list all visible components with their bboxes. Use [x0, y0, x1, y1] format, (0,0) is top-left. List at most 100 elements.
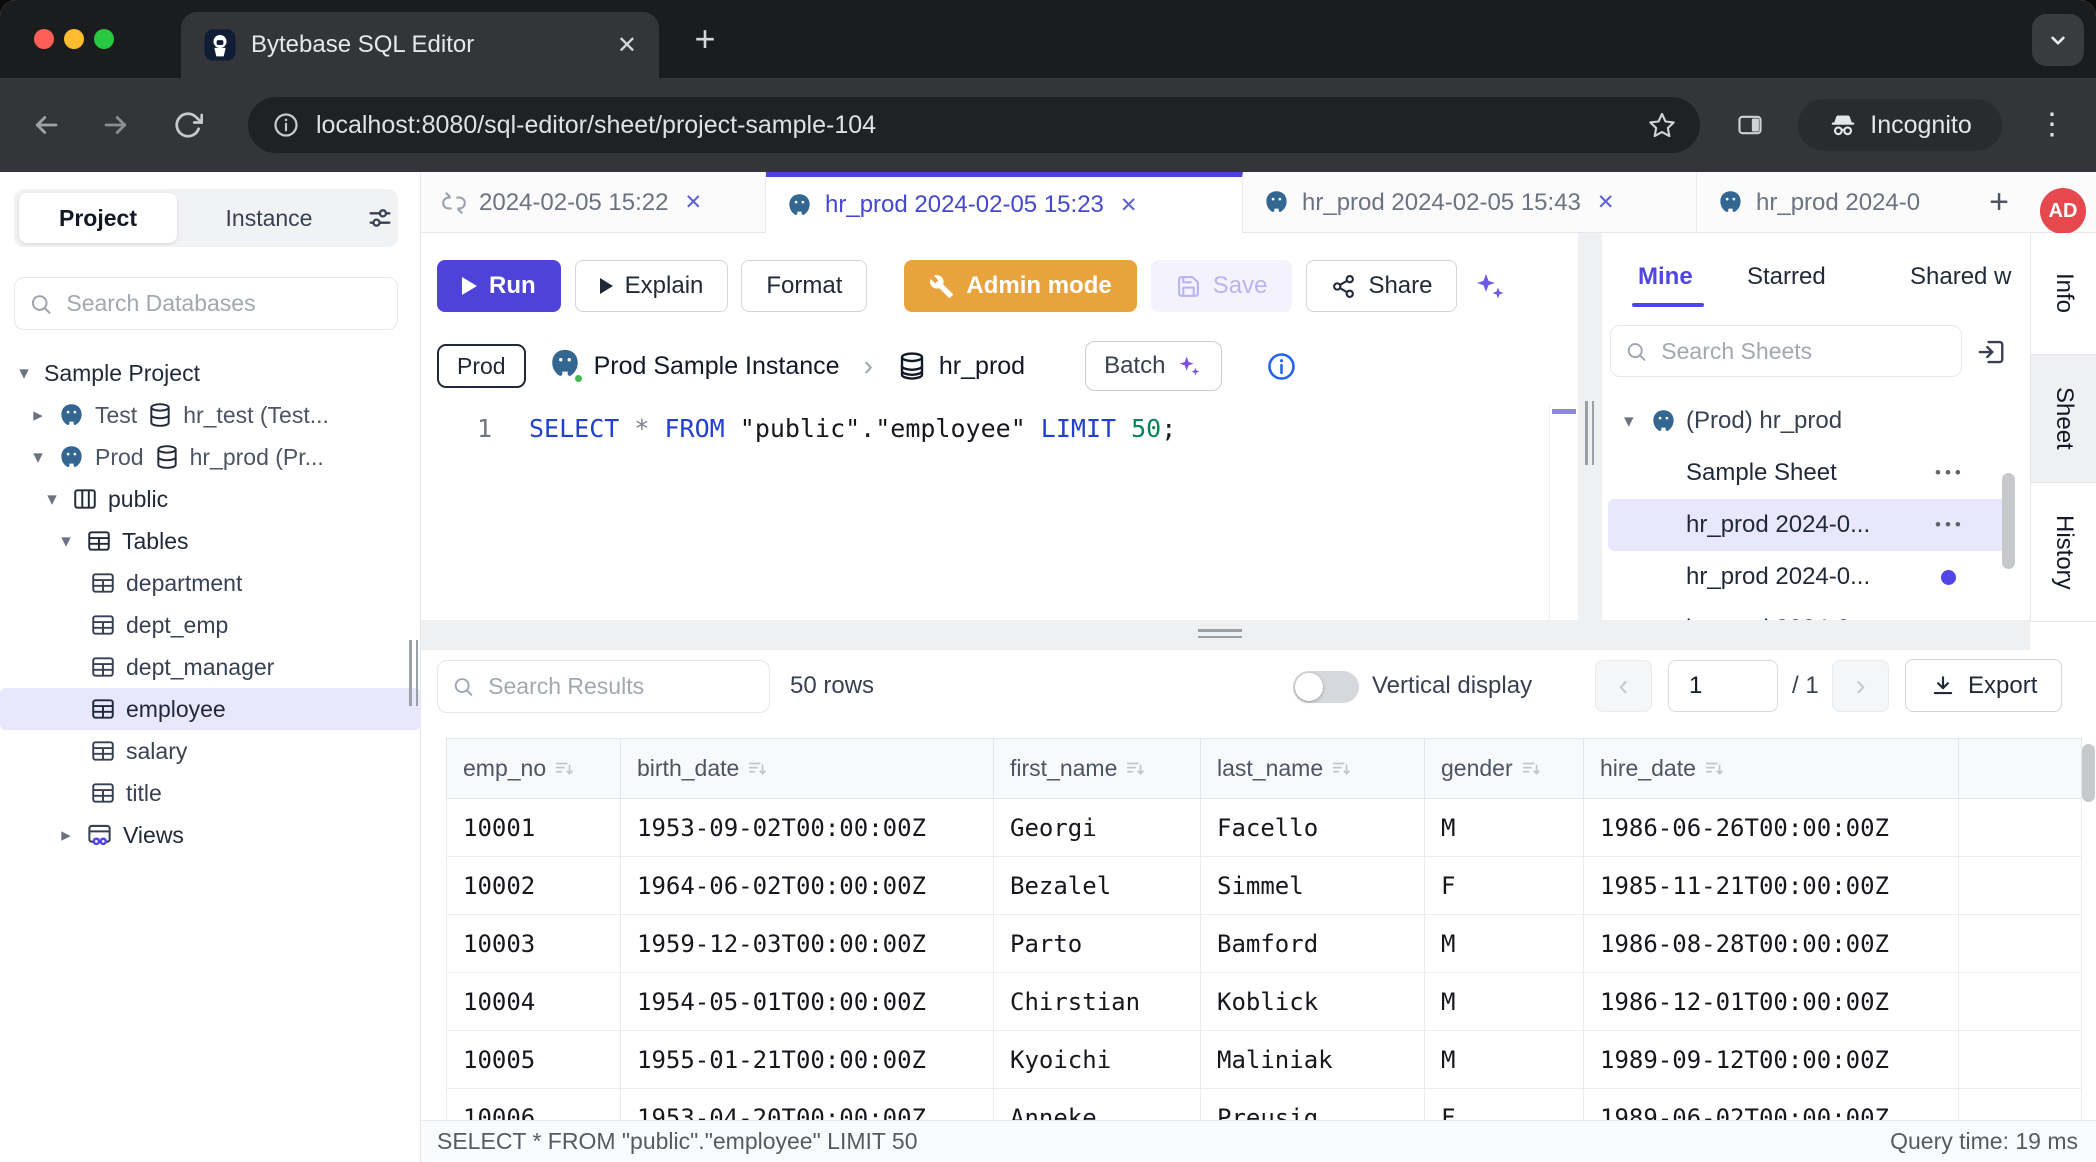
table-row[interactable]: 100041954-05-01T00:00:00ZChirstianKoblic…: [447, 973, 2082, 1031]
share-button[interactable]: Share: [1306, 260, 1457, 312]
editor-tab-2-active[interactable]: hr_prod 2024-02-05 15:23 ✕: [766, 172, 1243, 233]
tree-item-project[interactable]: ▾ Sample Project: [0, 352, 421, 394]
tree-item-table-employee[interactable]: employee: [0, 688, 421, 730]
avatar[interactable]: AD: [2040, 188, 2086, 234]
tree-item-table-dept-manager[interactable]: dept_manager: [0, 646, 421, 688]
close-tab-icon[interactable]: ✕: [1120, 193, 1138, 218]
sort-icon[interactable]: [747, 758, 769, 780]
results-search[interactable]: [437, 660, 770, 713]
save-button[interactable]: Save: [1151, 260, 1293, 312]
column-header[interactable]: last_name: [1201, 739, 1425, 799]
splitter-grip-icon[interactable]: [1198, 629, 1242, 642]
tab-instance[interactable]: Instance: [184, 193, 354, 243]
sheet-item[interactable]: hr_prod 2024-0...: [1608, 603, 2012, 620]
admin-mode-button[interactable]: Admin mode: [904, 260, 1136, 312]
caret-down-icon[interactable]: ▾: [1624, 410, 1634, 433]
explain-button[interactable]: Explain: [575, 260, 729, 312]
column-header[interactable]: birth_date: [621, 739, 994, 799]
table-row[interactable]: 100051955-01-21T00:00:00ZKyoichiMaliniak…: [447, 1031, 2082, 1089]
next-page-button[interactable]: ›: [1832, 660, 1889, 712]
sheet-group-row[interactable]: ▾ (Prod) hr_prod: [1608, 395, 2012, 447]
environment-badge[interactable]: Prod: [437, 344, 526, 388]
editor-minimap[interactable]: [1549, 405, 1578, 620]
tab-project[interactable]: Project: [19, 193, 177, 243]
caret-down-icon[interactable]: ▾: [14, 362, 34, 385]
sheet-item-selected[interactable]: hr_prod 2024-0... •••: [1608, 499, 2012, 551]
tab-search-button[interactable]: [2032, 14, 2084, 66]
editor-tab-1[interactable]: 2024-02-05 15:22 ✕: [421, 172, 766, 233]
more-menu-icon[interactable]: •••: [1935, 515, 1965, 535]
panel-splitter-horizontal[interactable]: [421, 620, 2030, 650]
sheet-search-input[interactable]: [1659, 337, 1947, 366]
caret-down-icon[interactable]: ▾: [28, 446, 48, 469]
database-search-input[interactable]: [64, 289, 383, 318]
more-menu-icon[interactable]: •••: [1935, 463, 1965, 483]
tab-starred[interactable]: Starred: [1747, 263, 1826, 291]
format-button[interactable]: Format: [741, 260, 867, 312]
table-row[interactable]: 100021964-06-02T00:00:00ZBezalelSimmelF1…: [447, 857, 2082, 915]
forward-button[interactable]: [88, 78, 144, 172]
instance-name[interactable]: Prod Sample Instance: [594, 352, 840, 381]
side-panel-button[interactable]: [1722, 78, 1778, 172]
back-button[interactable]: [18, 78, 74, 172]
tree-item-table-department[interactable]: department: [0, 562, 421, 604]
new-sheet-tab-button[interactable]: +: [1979, 172, 2019, 233]
filter-sliders-icon[interactable]: [366, 204, 394, 232]
tree-item-views-group[interactable]: ▸ Views: [0, 814, 421, 856]
sheet-item[interactable]: Sample Sheet •••: [1608, 447, 2012, 499]
sort-icon[interactable]: [1704, 758, 1726, 780]
prev-page-button[interactable]: ‹: [1595, 660, 1652, 712]
splitter-grip-icon[interactable]: [1585, 401, 1594, 465]
side-tab-info[interactable]: Info: [2031, 233, 2096, 355]
sql-code-line[interactable]: SELECT * FROM "public"."employee" LIMIT …: [529, 414, 1176, 443]
tree-item-prod-database[interactable]: ▾ Prod hr_prod (Pr...: [0, 436, 421, 478]
tree-item-table-salary[interactable]: salary: [0, 730, 421, 772]
sort-icon[interactable]: [1521, 758, 1543, 780]
database-search[interactable]: [14, 277, 398, 330]
bookmark-star-icon[interactable]: [1648, 111, 1676, 139]
caret-down-icon[interactable]: ▾: [42, 488, 62, 511]
close-tab-icon[interactable]: ✕: [685, 190, 703, 215]
sort-icon[interactable]: [1125, 758, 1147, 780]
sidebar-resize-handle[interactable]: [409, 640, 418, 706]
caret-right-icon[interactable]: ▸: [28, 404, 48, 427]
sheet-item[interactable]: hr_prod 2024-0...: [1608, 551, 2012, 603]
table-row[interactable]: 100061953-04-20T00:00:00ZAnnekePreusigF1…: [447, 1089, 2082, 1121]
new-tab-button[interactable]: +: [680, 14, 730, 64]
database-name[interactable]: hr_prod: [939, 352, 1025, 381]
site-info-icon[interactable]: [272, 111, 300, 139]
tab-shared[interactable]: Shared w: [1910, 263, 2011, 291]
tree-item-schema-public[interactable]: ▾ public: [0, 478, 421, 520]
sheet-list-scrollbar[interactable]: [2002, 473, 2015, 569]
results-search-input[interactable]: [486, 672, 755, 701]
tab-mine[interactable]: Mine: [1638, 263, 1693, 291]
run-button[interactable]: Run: [437, 260, 561, 312]
editor-tab-4[interactable]: hr_prod 2024-0: [1697, 172, 1979, 233]
column-header[interactable]: emp_no: [447, 739, 621, 799]
column-header[interactable]: first_name: [994, 739, 1201, 799]
ai-sparkles-icon[interactable]: [1471, 268, 1507, 304]
sort-icon[interactable]: [1331, 758, 1353, 780]
close-tab-icon[interactable]: ✕: [1597, 190, 1615, 215]
tree-item-table-title[interactable]: title: [0, 772, 421, 814]
column-header[interactable]: hire_date: [1584, 739, 1959, 799]
browser-tab[interactable]: Bytebase SQL Editor ✕: [181, 12, 659, 78]
side-tab-history[interactable]: History: [2031, 483, 2096, 622]
zoom-window-button[interactable]: [94, 29, 114, 49]
panel-splitter-vertical[interactable]: [1578, 233, 1602, 620]
vertical-display-toggle[interactable]: [1293, 671, 1359, 703]
sql-editor-area[interactable]: 1 SELECT * FROM "public"."employee" LIMI…: [421, 400, 1578, 620]
tree-item-tables-group[interactable]: ▾ Tables: [0, 520, 421, 562]
batch-button[interactable]: Batch: [1085, 341, 1222, 391]
side-tab-sheet[interactable]: Sheet: [2031, 355, 2096, 483]
info-circle-icon[interactable]: [1266, 351, 1297, 382]
reload-button[interactable]: [160, 78, 216, 172]
tree-item-test-database[interactable]: ▸ Test hr_test (Test...: [0, 394, 421, 436]
url-bar[interactable]: localhost:8080/sql-editor/sheet/project-…: [248, 97, 1700, 153]
caret-down-icon[interactable]: ▾: [56, 530, 76, 553]
close-tab-icon[interactable]: ✕: [617, 31, 637, 60]
table-scrollbar[interactable]: [2082, 744, 2095, 802]
caret-right-icon[interactable]: ▸: [56, 824, 76, 847]
editor-tab-3[interactable]: hr_prod 2024-02-05 15:43 ✕: [1243, 172, 1697, 233]
minimize-window-button[interactable]: [64, 29, 84, 49]
